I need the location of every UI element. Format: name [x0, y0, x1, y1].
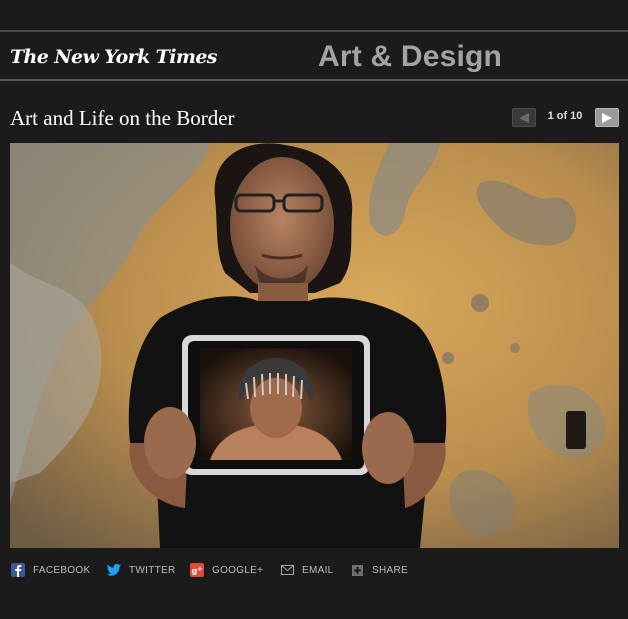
photo-illustration: [10, 143, 619, 548]
gallery-title: Art and Life on the Border: [10, 106, 235, 130]
share-more-button[interactable]: SHARE: [350, 563, 408, 577]
twitter-icon: [107, 563, 121, 577]
right-triangle-icon: [602, 112, 612, 123]
email-label: EMAIL: [302, 564, 334, 576]
email-share-button[interactable]: EMAIL: [280, 563, 334, 577]
facebook-share-button[interactable]: FACEBOOK: [11, 563, 90, 577]
facebook-label: FACEBOOK: [33, 564, 91, 576]
email-icon: [280, 563, 294, 577]
share-bar: FACEBOOK TWITTER g + GOOGLE+ EMAIL SHARE: [0, 556, 628, 582]
share-plus-icon: [350, 563, 364, 577]
gallery-photo[interactable]: [10, 143, 619, 548]
nyt-logo[interactable]: The New York Times: [10, 46, 218, 68]
section-title[interactable]: Art & Design: [318, 40, 502, 74]
top-bar: [0, 0, 628, 30]
share-label: SHARE: [372, 564, 408, 576]
slide-counter: 1 of 10: [547, 110, 583, 122]
svg-text:+: +: [197, 565, 203, 573]
left-triangle-icon: [519, 112, 529, 123]
next-button[interactable]: [595, 108, 619, 127]
masthead-divider: [0, 79, 628, 81]
masthead: The New York Times Art & Design: [0, 32, 628, 78]
google-plus-label: GOOGLE+: [212, 564, 264, 576]
google-plus-icon: g +: [190, 563, 204, 577]
facebook-icon: [11, 563, 25, 577]
previous-button[interactable]: [512, 108, 536, 127]
google-plus-share-button[interactable]: g + GOOGLE+: [190, 563, 263, 577]
twitter-label: TWITTER: [129, 564, 176, 576]
twitter-share-button[interactable]: TWITTER: [107, 563, 176, 577]
